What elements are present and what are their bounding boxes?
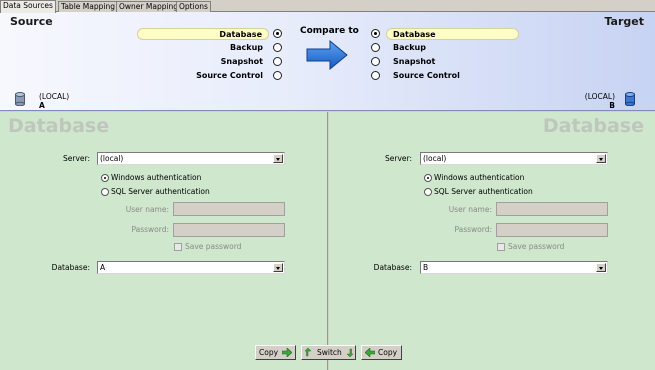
target-server-select[interactable]: (local) (420, 152, 608, 165)
target-save-password-checkbox[interactable] (497, 243, 505, 251)
compare-to-label: Compare to (300, 26, 359, 36)
target-panel-title: Database (542, 115, 644, 137)
source-password-input[interactable] (173, 223, 285, 237)
target-option-database[interactable]: Database (386, 28, 519, 40)
target-database-value: B (423, 263, 429, 272)
source-sql-auth-radio[interactable] (101, 188, 109, 196)
source-database-label: Database: (51, 263, 90, 272)
target-database-radio[interactable] (371, 29, 380, 38)
target-option-source-control[interactable]: Source Control (393, 70, 460, 82)
target-database-label: Database: (373, 263, 412, 272)
chevron-down-icon[interactable] (273, 154, 283, 163)
target-title: Target (604, 15, 644, 28)
switch-button[interactable]: Switch (301, 345, 356, 360)
copy-to-source-button[interactable]: Copy (361, 345, 402, 360)
source-server-select[interactable]: (local) (97, 152, 285, 165)
target-password-label: Password: (454, 225, 492, 234)
target-sql-auth-label[interactable]: SQL Server authentication (434, 186, 533, 197)
arrow-left-icon (365, 348, 375, 357)
source-windows-auth-radio[interactable] (101, 174, 109, 182)
source-db-name: A (39, 101, 45, 110)
source-server-value: (local) (100, 154, 124, 163)
target-password-input[interactable] (496, 223, 608, 237)
source-save-password-checkbox[interactable] (174, 243, 182, 251)
target-save-password-label: Save password (508, 242, 565, 251)
tab-data-sources[interactable]: Data Sources (0, 0, 56, 13)
source-option-snapshot[interactable]: Snapshot (137, 56, 263, 68)
source-password-label: Password: (131, 225, 169, 234)
switch-left-icon (305, 348, 312, 357)
target-windows-auth-radio[interactable] (424, 174, 432, 182)
source-database-select[interactable]: A (97, 261, 285, 274)
target-source-control-radio[interactable] (371, 71, 380, 80)
source-option-source-control[interactable]: Source Control (137, 70, 263, 82)
source-database-icon (15, 92, 25, 106)
target-option-backup[interactable]: Backup (393, 42, 426, 54)
switch-right-icon (346, 348, 353, 357)
target-option-snapshot[interactable]: Snapshot (393, 56, 435, 68)
source-database-value: A (100, 263, 106, 272)
source-windows-auth-label[interactable]: Windows authentication (111, 172, 201, 183)
target-panel: Database Server: (local) Windows authent… (329, 112, 655, 370)
copy-to-target-label: Copy (259, 348, 279, 357)
target-username-label: User name: (448, 205, 492, 214)
target-sql-auth-radio[interactable] (424, 188, 432, 196)
target-snapshot-radio[interactable] (371, 57, 380, 66)
target-server-info: (LOCAL) B (585, 92, 615, 110)
target-username-input[interactable] (496, 202, 608, 216)
source-database-radio[interactable] (273, 29, 282, 38)
tab-options[interactable]: Options (176, 1, 211, 12)
target-database-icon (625, 92, 635, 106)
data-source-header: Source Target Database Backup Snapshot S… (0, 12, 655, 111)
tab-owner-mapping[interactable]: Owner Mapping (116, 1, 182, 12)
source-server-info: (LOCAL) A (39, 92, 69, 110)
sql-compare-window: Data Sources Table Mapping Owner Mapping… (0, 0, 655, 370)
target-windows-auth-label[interactable]: Windows authentication (434, 172, 524, 183)
tab-bar: Data Sources Table Mapping Owner Mapping… (0, 0, 655, 13)
source-server-name: (LOCAL) (39, 92, 70, 101)
chevron-down-icon[interactable] (273, 263, 283, 272)
target-server-name: (LOCAL) (584, 92, 615, 101)
arrow-right-icon (282, 348, 292, 357)
target-server-label: Server: (385, 154, 412, 163)
source-panel-title: Database (8, 115, 110, 137)
target-db-name: B (609, 101, 615, 110)
copy-to-target-button[interactable]: Copy (255, 345, 296, 360)
source-source-control-radio[interactable] (273, 71, 282, 80)
tab-table-mapping[interactable]: Table Mapping (58, 1, 118, 12)
source-sql-auth-label[interactable]: SQL Server authentication (111, 186, 210, 197)
target-database-select[interactable]: B (420, 261, 608, 274)
chevron-down-icon[interactable] (596, 154, 606, 163)
source-option-database[interactable]: Database (137, 28, 269, 40)
switch-label: Switch (317, 348, 342, 357)
copy-to-source-label: Copy (378, 348, 398, 357)
source-server-label: Server: (63, 154, 90, 163)
source-backup-radio[interactable] (273, 43, 282, 52)
chevron-down-icon[interactable] (596, 263, 606, 272)
target-server-value: (local) (423, 154, 447, 163)
source-snapshot-radio[interactable] (273, 57, 282, 66)
source-username-label: User name: (125, 205, 169, 214)
source-save-password-label: Save password (185, 242, 242, 251)
source-username-input[interactable] (173, 202, 285, 216)
source-option-backup[interactable]: Backup (137, 42, 263, 54)
compare-arrow-icon (306, 40, 348, 70)
source-panel: Database Server: (local) Windows authent… (0, 112, 328, 370)
source-title: Source (10, 15, 53, 28)
target-backup-radio[interactable] (371, 43, 380, 52)
